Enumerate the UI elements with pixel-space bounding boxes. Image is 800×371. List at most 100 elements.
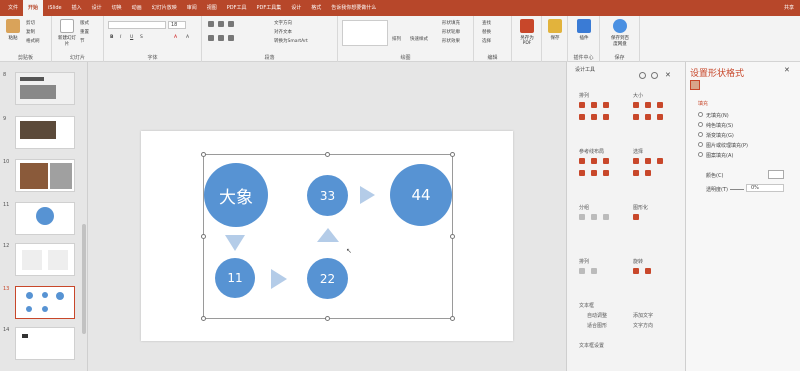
- save-as-pdf-button[interactable]: 另存为PDF: [516, 19, 538, 47]
- align-center-icon[interactable]: [218, 35, 224, 41]
- slide-thumbnail[interactable]: [15, 159, 75, 192]
- section-button[interactable]: 节: [80, 38, 85, 44]
- select-icon[interactable]: [645, 158, 651, 164]
- radio-picture-fill[interactable]: [698, 142, 703, 147]
- guide-icon[interactable]: [603, 158, 609, 164]
- share-button[interactable]: 共享: [784, 0, 794, 16]
- size-icon[interactable]: [645, 102, 651, 108]
- shape-outline-button[interactable]: 形状轮廓: [442, 29, 460, 35]
- circle-44[interactable]: 44: [390, 164, 452, 226]
- save-cloud-button[interactable]: 保存到百度网盘: [609, 19, 631, 47]
- group-icon[interactable]: [591, 214, 597, 220]
- align-icon[interactable]: [579, 102, 585, 108]
- reset-button[interactable]: 重置: [80, 29, 89, 35]
- arrow-right-shape[interactable]: [360, 186, 375, 204]
- font-size-box[interactable]: 18: [168, 21, 186, 29]
- font-color-button[interactable]: A: [174, 35, 177, 40]
- plugin-button[interactable]: 插件: [573, 19, 595, 47]
- tab-8[interactable]: 审阅: [182, 0, 202, 16]
- layout-button[interactable]: 版式: [80, 20, 89, 26]
- guide-icon[interactable]: [579, 170, 585, 176]
- shape-effects-button[interactable]: 形状效果: [442, 38, 460, 44]
- tab-6[interactable]: 动画: [127, 0, 147, 16]
- italic-button[interactable]: I: [120, 35, 121, 40]
- select-icon[interactable]: [633, 170, 639, 176]
- align-icon[interactable]: [591, 102, 597, 108]
- align-icon[interactable]: [603, 102, 609, 108]
- circle-elephant[interactable]: 大象: [204, 163, 268, 227]
- bold-button[interactable]: B: [110, 35, 113, 40]
- radio-no-fill[interactable]: [698, 112, 703, 117]
- shapes-gallery[interactable]: [342, 20, 388, 46]
- resize-handle[interactable]: [450, 234, 455, 239]
- copy-button[interactable]: 复制: [26, 29, 35, 35]
- slide-thumbnail[interactable]: [15, 202, 75, 235]
- close-icon[interactable]: ✕: [665, 71, 671, 79]
- order-icon[interactable]: [579, 268, 585, 274]
- new-slide-button[interactable]: 新建幻灯片: [56, 19, 78, 47]
- help-icon[interactable]: [651, 72, 658, 79]
- align-icon[interactable]: [579, 114, 585, 120]
- arrow-right-shape[interactable]: [271, 269, 287, 289]
- settings-icon[interactable]: [639, 72, 646, 79]
- size-icon[interactable]: [657, 114, 663, 120]
- shape-fill-button[interactable]: 形状填充: [442, 20, 460, 26]
- arrow-up-shape[interactable]: [317, 228, 339, 242]
- numbering-icon[interactable]: [218, 21, 224, 27]
- textbox-option[interactable]: 添加文字: [633, 312, 653, 319]
- tab-13[interactable]: 格式: [306, 0, 326, 16]
- font-name-box[interactable]: [108, 21, 166, 29]
- clear-format-button[interactable]: A: [186, 35, 189, 40]
- protect-button[interactable]: 保存: [544, 19, 566, 47]
- size-icon[interactable]: [657, 102, 663, 108]
- smartart-button[interactable]: 转换为SmartArt: [274, 38, 308, 44]
- bullets-icon[interactable]: [208, 21, 214, 27]
- arrange-button[interactable]: 排列: [392, 36, 401, 42]
- transparency-slider[interactable]: [730, 189, 744, 190]
- align-text-button[interactable]: 对齐文本: [274, 29, 292, 35]
- group-icon[interactable]: [579, 214, 585, 220]
- select-icon[interactable]: [645, 170, 651, 176]
- slide-thumbnail[interactable]: [15, 327, 75, 360]
- quick-styles-button[interactable]: 快速样式: [410, 36, 428, 42]
- size-icon[interactable]: [633, 102, 639, 108]
- close-icon[interactable]: ✕: [784, 66, 790, 74]
- align-icon[interactable]: [603, 114, 609, 120]
- order-icon[interactable]: [591, 268, 597, 274]
- align-icon[interactable]: [591, 114, 597, 120]
- tab-4[interactable]: 设计: [87, 0, 107, 16]
- tab-7[interactable]: 幻灯片放映: [147, 0, 182, 16]
- size-icon[interactable]: [645, 114, 651, 120]
- slide[interactable]: 大象 33 44 11 22 ↖: [141, 131, 513, 341]
- rotate-icon[interactable]: [645, 268, 651, 274]
- tab-2[interactable]: iSlide: [43, 0, 67, 16]
- radio-gradient-fill[interactable]: [698, 132, 703, 137]
- guide-icon[interactable]: [579, 158, 585, 164]
- resize-handle[interactable]: [201, 316, 206, 321]
- tab-9[interactable]: 视图: [202, 0, 222, 16]
- thumbnail-scrollbar[interactable]: [82, 64, 86, 364]
- shadow-button[interactable]: S: [140, 35, 143, 40]
- select-button[interactable]: 选择: [482, 38, 491, 44]
- format-painter-button[interactable]: 格式刷: [26, 38, 40, 44]
- resize-handle[interactable]: [201, 152, 206, 157]
- fill-section-header[interactable]: 填充: [698, 100, 708, 107]
- tell-me-search[interactable]: 告诉我你想要做什么: [326, 0, 381, 16]
- arrow-down-shape[interactable]: [225, 235, 245, 251]
- align-left-icon[interactable]: [208, 35, 214, 41]
- resize-handle[interactable]: [325, 316, 330, 321]
- radio-solid-fill[interactable]: [698, 122, 703, 127]
- tab-11[interactable]: PDF工具集: [251, 0, 286, 16]
- slide-thumbnail[interactable]: [15, 116, 75, 149]
- tab-1[interactable]: 开始: [23, 0, 44, 16]
- textbox-option[interactable]: 自动调整: [587, 312, 607, 319]
- text-direction-button[interactable]: 文字方向: [274, 20, 292, 26]
- indent-icon[interactable]: [228, 21, 234, 27]
- fill-line-icon[interactable]: [690, 80, 700, 90]
- resize-handle[interactable]: [325, 152, 330, 157]
- color-picker-button[interactable]: [768, 170, 784, 179]
- circle-11[interactable]: 11: [215, 258, 255, 298]
- rotate-icon[interactable]: [633, 268, 639, 274]
- tab-12[interactable]: 设计: [286, 0, 306, 16]
- slide-thumbnail[interactable]: [15, 72, 75, 105]
